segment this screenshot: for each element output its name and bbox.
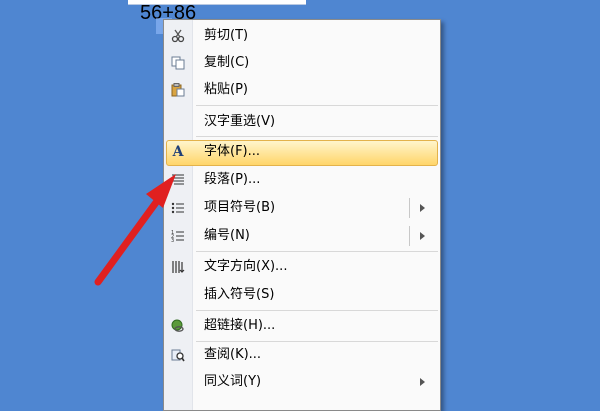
menu-item-paragraph[interactable]: 段落(P)... (164, 167, 440, 193)
svg-text:3: 3 (171, 238, 174, 243)
menu-item-insert-symbol[interactable]: 插入符号(S) (164, 282, 440, 308)
menu-item-label: 段落(P)... (204, 172, 261, 187)
menu-item-hanzi-reselect[interactable]: 汉字重选(V) (164, 109, 440, 135)
bullets-icon (170, 200, 186, 216)
lookup-icon (170, 347, 186, 363)
font-icon: A (172, 144, 184, 160)
copy-icon (170, 55, 186, 71)
menu-item-label: 粘贴(P) (204, 82, 248, 97)
menu-item-lookup[interactable]: 查阅(K)... (164, 342, 440, 368)
menu-item-label: 项目符号(B) (204, 200, 276, 215)
menu-separator (196, 251, 438, 252)
text-direction-icon (170, 259, 186, 275)
menu-item-text-direction[interactable]: 文字方向(X)... (164, 254, 440, 280)
context-menu: 剪切(T) 复制(C) 粘贴(P) 汉字重选(V) A 字体(F)... 段落(… (163, 19, 441, 411)
chevron-right-icon[interactable] (420, 378, 425, 386)
menu-item-label: 超链接(H)... (204, 318, 276, 333)
menu-separator (196, 105, 438, 106)
menu-item-font[interactable]: A 字体(F)... (164, 139, 440, 166)
menu-item-copy[interactable]: 复制(C) (164, 50, 440, 76)
menu-item-paste[interactable]: 粘贴(P) (164, 77, 440, 103)
menu-item-numbering[interactable]: 123 编号(N) (164, 223, 440, 249)
menu-item-label: 复制(C) (204, 55, 250, 70)
menu-item-hyperlink[interactable]: 超链接(H)... (164, 313, 440, 339)
hyperlink-icon (170, 318, 186, 334)
menu-item-synonyms[interactable]: 同义词(Y) (164, 369, 440, 395)
menu-separator (196, 136, 438, 137)
menu-item-label: 文字方向(X)... (204, 259, 288, 274)
menu-item-bullets[interactable]: 项目符号(B) (164, 195, 440, 221)
menu-item-label: 汉字重选(V) (204, 114, 276, 129)
menu-item-label: 查阅(K)... (204, 347, 262, 362)
menu-item-label: 编号(N) (204, 228, 250, 243)
menu-separator (196, 310, 438, 311)
submenu-divider (409, 198, 410, 218)
chevron-right-icon[interactable] (420, 204, 425, 212)
scissors-icon (170, 28, 186, 44)
chevron-right-icon[interactable] (420, 232, 425, 240)
menu-item-label: 插入符号(S) (204, 287, 275, 302)
menu-item-label: 同义词(Y) (204, 374, 262, 389)
menu-item-cut[interactable]: 剪切(T) (164, 23, 440, 49)
paragraph-icon (170, 172, 186, 188)
numbering-icon: 123 (170, 228, 186, 244)
menu-item-label: 字体(F)... (204, 144, 261, 159)
submenu-divider (409, 226, 410, 246)
paste-icon (170, 82, 186, 98)
menu-item-label: 剪切(T) (204, 28, 249, 43)
